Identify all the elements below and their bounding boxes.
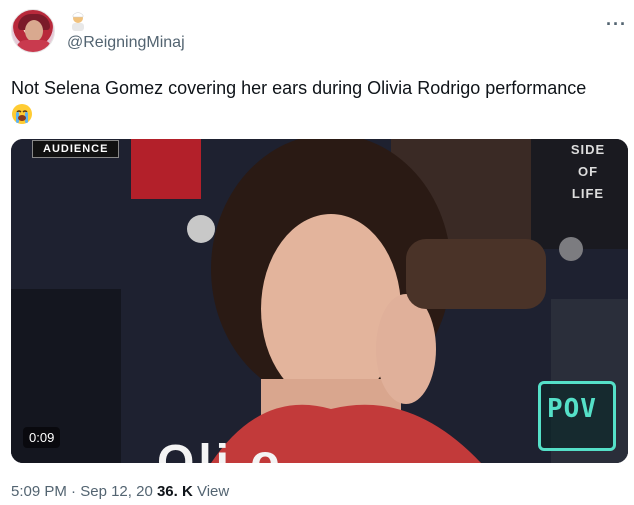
meta-separator: · — [71, 483, 77, 500]
tweet-text: Not Selena Gomez covering her ears durin… — [11, 78, 587, 98]
avatar-face — [25, 20, 43, 42]
views-count: 36. K — [156, 483, 193, 500]
audience-badge: AUDIENCE — [32, 140, 120, 158]
user-handle[interactable]: @ReigningMinaj — [67, 34, 185, 52]
crying-face-icon — [12, 104, 32, 124]
caption-overlay: Oli o — [157, 436, 284, 463]
person-emoji-icon — [72, 12, 84, 31]
tweet-time[interactable]: 5:09 PM — [11, 483, 67, 500]
more-icon[interactable]: ··· — [606, 14, 627, 35]
tweet-header: @ReigningMinaj ··· — [0, 0, 634, 62]
pov-logo: POV — [538, 381, 616, 451]
avatar[interactable] — [11, 9, 55, 53]
pov-logo-text: POV — [547, 394, 597, 424]
views-label: View — [196, 483, 230, 500]
shirt-text: SIDE OF LIFE — [570, 142, 606, 201]
avatar-body — [16, 40, 52, 52]
video-player[interactable]: AUDIENCE SIDE OF LIFE POV Oli o 0:09 — [11, 139, 628, 463]
tweet-meta: 5:09 PM · Sep 12, 20 36. K View — [11, 483, 229, 500]
video-frame — [11, 139, 628, 463]
tweet-date[interactable]: Sep 12, 20 — [80, 483, 153, 500]
video-duration: 0:09 — [23, 427, 61, 448]
